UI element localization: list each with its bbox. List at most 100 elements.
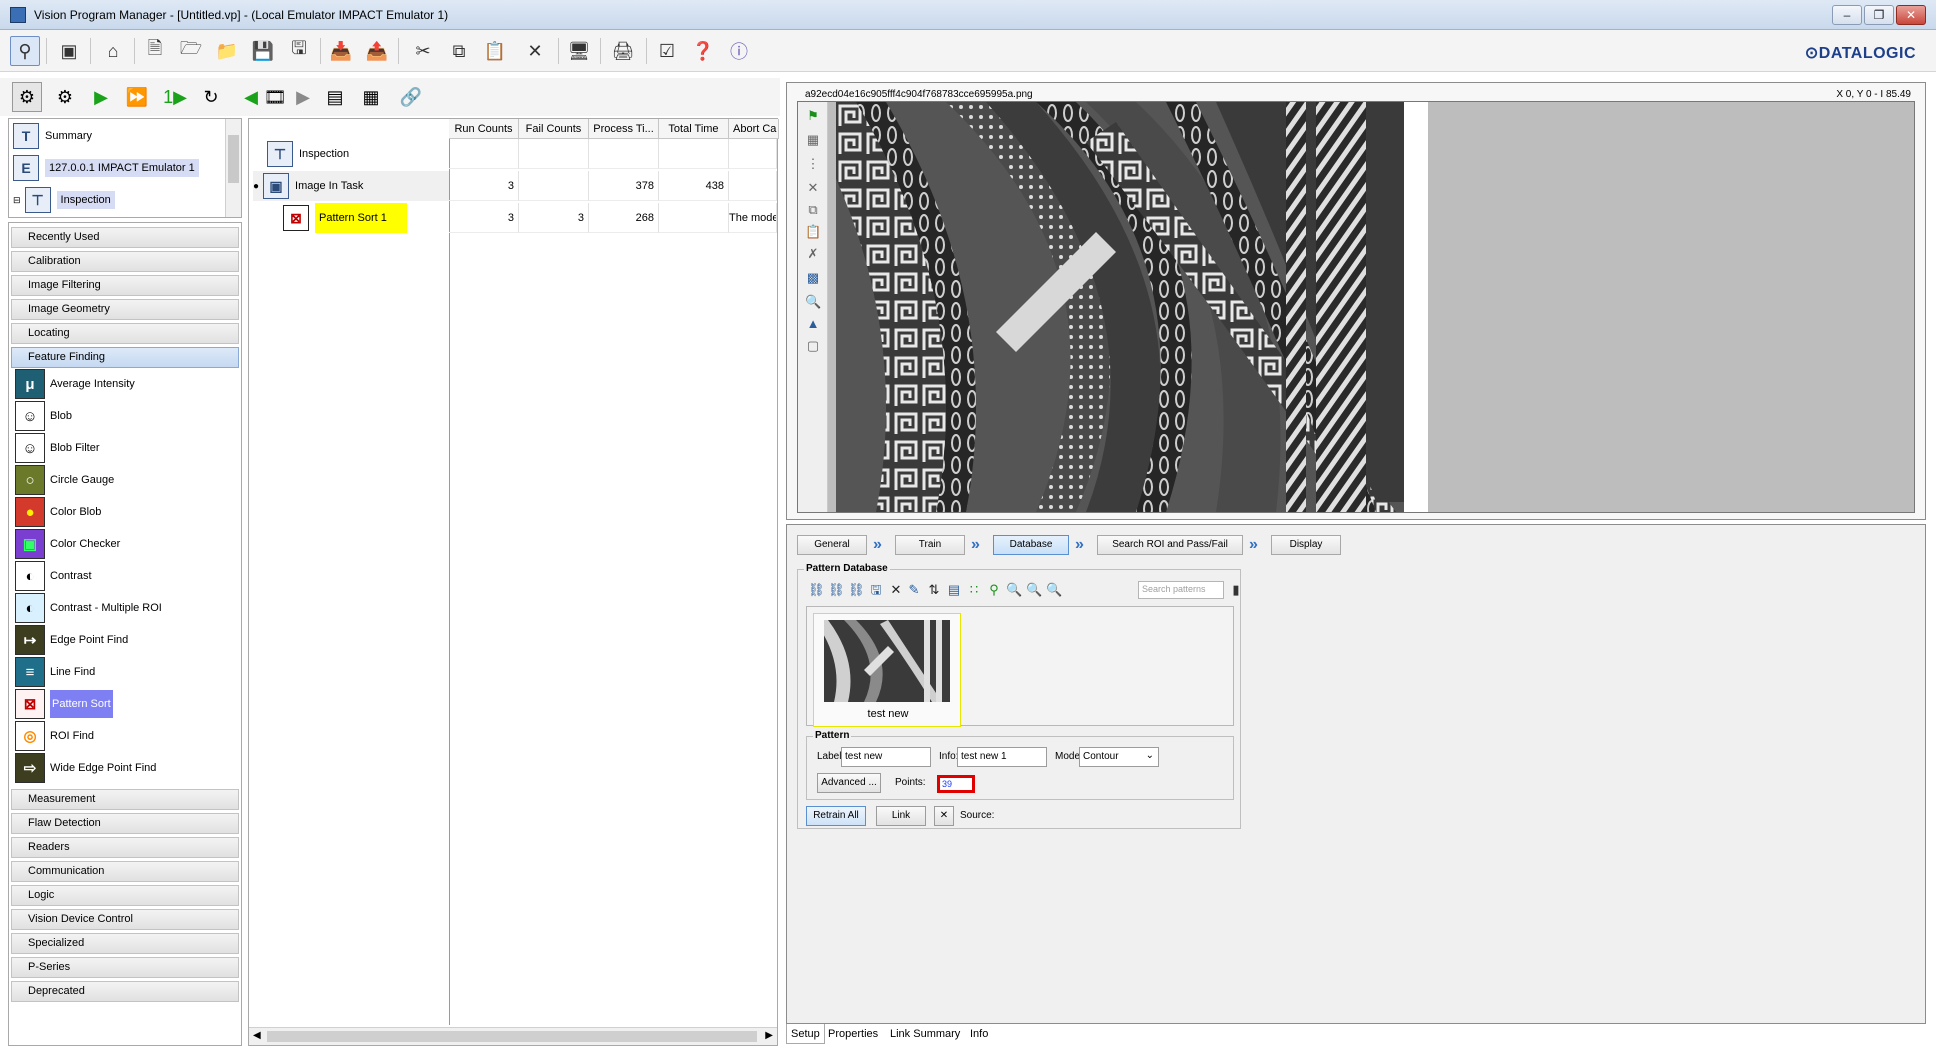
help-icon[interactable]: ❓ [688,36,718,66]
category-feature-finding[interactable]: Feature Finding [11,347,239,368]
tree-item-device[interactable]: E 127.0.0.1 IMPACT Emulator 1 [13,153,199,183]
category-logic[interactable]: Logic [11,885,239,906]
export-icon[interactable]: 📤 [362,36,392,66]
tree-scrollbar[interactable] [225,119,241,217]
clear-source-icon[interactable]: ✕ [934,806,954,826]
search-patterns-input[interactable]: Search patterns [1138,581,1224,599]
new-icon[interactable]: 🗎 [140,36,170,66]
tab-setup[interactable]: Setup [786,1024,825,1044]
next-image-icon[interactable]: ▶ [288,82,318,112]
table-row[interactable]: ⊤ Inspection [267,139,349,169]
tool-item[interactable]: ○ Circle Gauge [15,465,114,495]
zoom-in-icon[interactable]: 🔍 [1006,582,1022,598]
copy-icon[interactable]: ⧉ [805,202,821,218]
tab-properties[interactable]: Properties [824,1024,882,1044]
settings-icon[interactable]: ⚙ [50,82,80,112]
table-row[interactable]: ● ▣ Image In Task [253,171,449,201]
paste-icon[interactable]: 📋 [805,224,821,240]
database-export-icon[interactable]: ⛓ [848,582,865,598]
pin-icon[interactable]: ▮ [1228,582,1244,598]
tool-item[interactable]: ⇨ Wide Edge Point Find [15,753,156,783]
inspection-mode-icon[interactable]: ⚙ [12,82,42,112]
pattern-thumbnail-card[interactable]: test new [813,613,961,727]
film-icon[interactable]: 🎞 [260,82,290,112]
tool-item[interactable]: ↦ Edge Point Find [15,625,128,655]
column-header[interactable]: Process Ti... [589,119,659,139]
run-one-icon[interactable]: ⏩ [122,82,152,112]
mode-select[interactable]: Contour ⌄ [1079,747,1159,767]
tool-item[interactable]: μ Average Intensity [15,369,135,399]
select-icon[interactable]: ∷ [966,582,982,598]
tab-info[interactable]: Info [966,1024,992,1044]
overlay-icon[interactable]: ▩ [805,270,821,286]
zoom-one-icon[interactable]: ⚲ [986,582,1002,598]
zoom-icon[interactable]: 🔍 [805,294,821,310]
database-import-icon[interactable]: ⛓ [828,582,845,598]
category-communication[interactable]: Communication [11,861,239,882]
tool-item[interactable]: ◎ ROI Find [15,721,94,751]
database-add-icon[interactable]: ⛓ [808,582,825,598]
link-icon[interactable]: 🔗 [396,82,426,112]
category-image-geometry[interactable]: Image Geometry [11,299,239,320]
category-image-filtering[interactable]: Image Filtering [11,275,239,296]
info-field[interactable]: test new 1 [957,747,1047,767]
step-search-roi[interactable]: Search ROI and Pass/Fail [1097,535,1243,555]
category-measurement[interactable]: Measurement [11,789,239,810]
step-train[interactable]: Train [895,535,965,555]
image-canvas[interactable]: ⚑ ▦ ⋮ ✕ ⧉ 📋 ✗ ▩ 🔍 ▲ ▢ [797,101,1915,513]
cut-icon[interactable]: ✂ [408,36,438,66]
grid-view-icon[interactable]: ▦ [805,132,821,148]
category-deprecated[interactable]: Deprecated [11,981,239,1002]
tool-item[interactable]: ▣ Color Checker [15,529,120,559]
delete-icon[interactable]: ✕ [805,180,821,196]
paste-icon[interactable]: 📋 [480,36,510,66]
tree-item-summary[interactable]: T Summary [13,121,92,151]
category-recently-used[interactable]: Recently Used [11,227,239,248]
link-button[interactable]: Link [876,806,926,826]
zoom-fit-icon[interactable]: 🔍 [1046,582,1062,598]
column-header[interactable]: Fail Counts [519,119,589,139]
open-icon[interactable]: 🗁 [176,36,206,66]
minimize-button[interactable]: – [1832,5,1862,25]
pin-icon[interactable]: ⚑ [805,108,821,124]
grid-icon[interactable]: ▦ [356,82,386,112]
folder-icon[interactable]: 📁 [212,36,242,66]
category-locating[interactable]: Locating [11,323,239,344]
category-calibration[interactable]: Calibration [11,251,239,272]
scroll-right-icon[interactable]: ▶ [765,1030,773,1041]
category-p-series[interactable]: P-Series [11,957,239,978]
tool-item[interactable]: ◐ Contrast [15,561,92,591]
tool-item[interactable]: ☺ Blob [15,401,72,431]
step-icon[interactable]: 1▶ [160,82,190,112]
frame-icon[interactable]: ▢ [805,338,821,354]
label-field[interactable]: test new [841,747,931,767]
rename-icon[interactable]: ✎ [906,582,922,598]
stop-icon[interactable]: ▣ [54,36,84,66]
column-header[interactable]: Abort Ca [729,119,779,139]
collapse-icon[interactable]: ⊟ [13,195,21,206]
delete-icon[interactable]: ✕ [520,36,550,66]
list-icon[interactable]: ▤ [946,582,962,598]
sort-icon[interactable]: ⇅ [926,582,942,598]
step-database[interactable]: Database [993,535,1069,555]
delete-icon[interactable]: ✕ [888,582,904,598]
step-general[interactable]: General [797,535,867,555]
loop-icon[interactable]: ↻ [196,82,226,112]
column-header[interactable]: Total Time [659,119,729,139]
restore-button[interactable]: ❐ [1864,5,1894,25]
tool-item[interactable]: ● Color Blob [15,497,101,527]
monitor-icon[interactable]: 🖥 [564,36,594,66]
home-icon[interactable]: ⌂ [98,36,128,66]
import-icon[interactable]: 📥 [326,36,356,66]
sequence-icon[interactable]: ▤ [320,82,350,112]
category-readers[interactable]: Readers [11,837,239,858]
dots-icon[interactable]: ⋮ [805,156,821,172]
step-display[interactable]: Display [1271,535,1341,555]
points-field[interactable]: 39 [937,775,975,793]
zoom-out-icon[interactable]: 🔍 [1026,582,1042,598]
collapse-icon[interactable]: ● [253,181,259,192]
retrain-all-button[interactable]: Retrain All [806,806,866,826]
database-save-icon[interactable]: 🖫 [868,582,884,598]
tool-item[interactable]: ☺ Blob Filter [15,433,100,463]
tool-item[interactable]: ⊠ Pattern Sort [15,689,113,719]
